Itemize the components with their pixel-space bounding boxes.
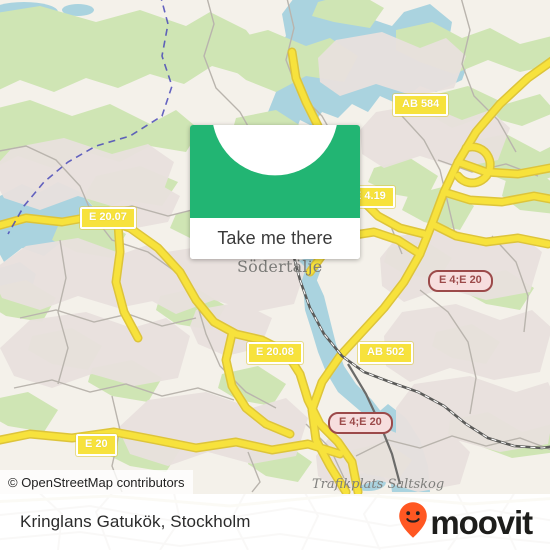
take-me-there-label: Take me there	[217, 228, 333, 248]
take-me-there-card[interactable]: Take me there	[190, 125, 360, 259]
road-shield: E 20	[76, 434, 117, 456]
map-screenshot: AB 584 E 4.19 E 20.07 E 4;E 20 E 20.08 A…	[0, 0, 550, 550]
moovit-wordmark: moovit	[430, 503, 533, 541]
moovit-logo: moovit	[398, 501, 533, 544]
map-canvas[interactable]: AB 584 E 4.19 E 20.07 E 4;E 20 E 20.08 A…	[0, 0, 550, 494]
road-shield: AB 502	[358, 342, 414, 364]
osm-attribution[interactable]: © OpenStreetMap contributors	[0, 470, 193, 494]
place-title: Kringlans Gatukök, Stockholm	[20, 512, 251, 531]
road-shield: E 20.07	[80, 207, 136, 229]
road-shield: AB 584	[393, 94, 449, 116]
city-label: Södertälje	[237, 257, 323, 276]
osm-attribution-text: © OpenStreetMap contributors	[8, 474, 185, 490]
moovit-smiley-pin-icon	[398, 501, 428, 544]
road-shield: E 4;E 20	[428, 270, 493, 292]
footer-bar: Kringlans Gatukök, Stockholm moovit	[0, 494, 550, 550]
card-icon-area	[190, 125, 360, 218]
road-shield: E 4;E 20	[328, 412, 393, 434]
road-shield: E 20.08	[247, 342, 303, 364]
poi-label: Trafikplats Saltskog	[312, 477, 445, 492]
